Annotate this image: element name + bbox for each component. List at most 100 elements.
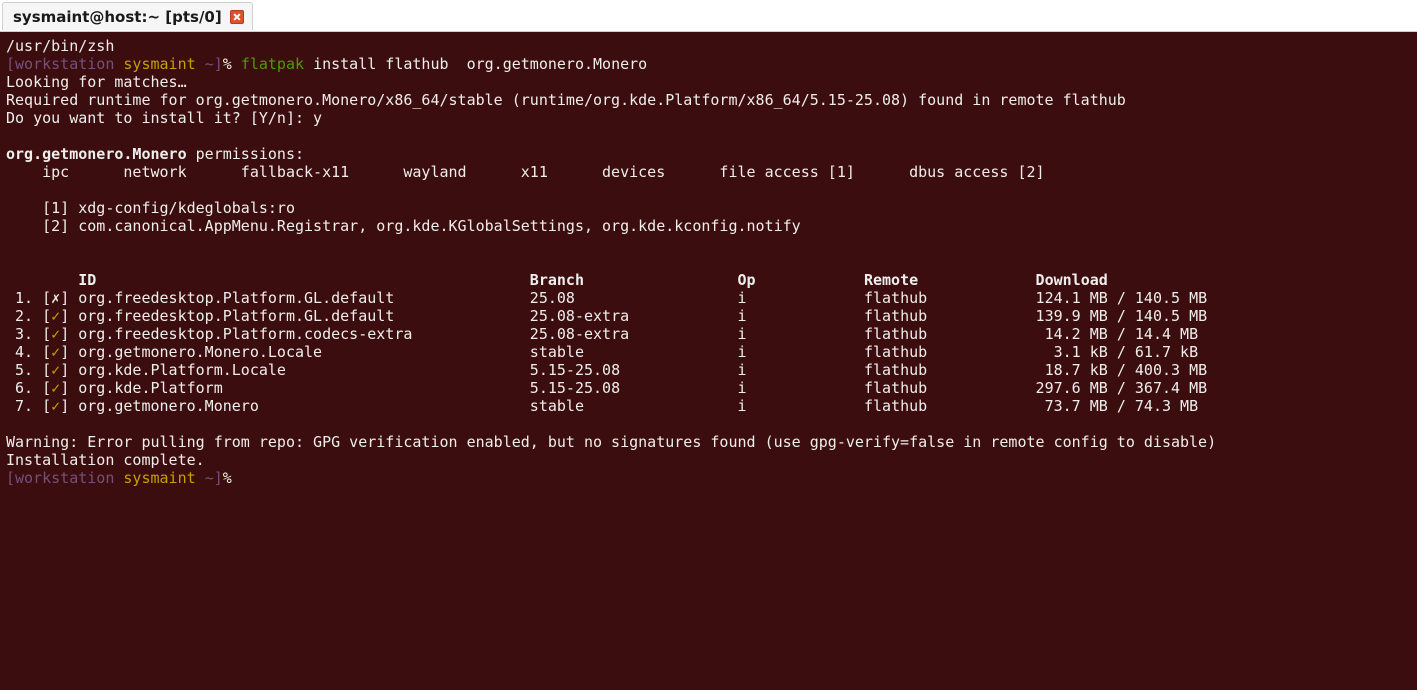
row-branch: 25.08-extra	[529, 325, 738, 343]
permissions-header: org.getmonero.Monero permissions:	[6, 145, 1417, 163]
prompt-user: sysmaint	[123, 469, 196, 487]
header-download: Download	[1035, 271, 1108, 289]
permissions-app: org.getmonero.Monero	[6, 145, 187, 163]
terminal-window: sysmaint@host:~ [pts/0] /usr/bin/zsh [wo…	[0, 0, 1417, 690]
command-args: install flathub org.getmonero.Monero	[313, 55, 648, 73]
prompt-line-final: [workstation sysmaint ~]%	[6, 469, 1417, 487]
row-download: 297.6 MB / 367.4 MB	[1035, 379, 1208, 397]
row-bracket: ]	[60, 361, 79, 379]
row-branch: 25.08	[529, 289, 738, 307]
row-download: 3.1 kB / 61.7 kB	[1035, 343, 1199, 361]
install-prompt-line: Do you want to install it? [Y/n]: y	[6, 109, 323, 127]
prompt-bracket-open: [	[6, 55, 16, 73]
row-id: org.freedesktop.Platform.codecs-extra	[78, 325, 530, 343]
check-icon: ✓	[51, 307, 61, 325]
row-remote: flathub	[863, 397, 1036, 415]
check-icon: ✓	[51, 325, 61, 343]
row-bracket: ]	[60, 307, 79, 325]
row-download: 73.7 MB / 74.3 MB	[1035, 397, 1199, 415]
prompt-bracket-close: ]	[213, 469, 223, 487]
table-row: 3. [✓] org.freedesktop.Platform.codecs-e…	[6, 325, 1417, 343]
table-row: 2. [✓] org.freedesktop.Platform.GL.defau…	[6, 307, 1417, 325]
row-branch: stable	[529, 397, 738, 415]
row-id: org.kde.Platform	[78, 379, 530, 397]
row-id: org.freedesktop.Platform.GL.default	[78, 307, 530, 325]
table-rows: 1. [✗] org.freedesktop.Platform.GL.defau…	[6, 289, 1417, 415]
row-download: 14.2 MB / 14.4 MB	[1035, 325, 1199, 343]
permissions-note-1: [1] xdg-config/kdeglobals:ro	[6, 199, 295, 217]
close-icon[interactable]	[229, 9, 244, 24]
runtime-line: Required runtime for org.getmonero.Moner…	[6, 91, 1126, 109]
row-remote: flathub	[863, 307, 1036, 325]
row-number: 3. [	[6, 325, 52, 343]
check-icon: ✓	[51, 361, 61, 379]
row-number: 7. [	[6, 397, 52, 415]
row-number: 4. [	[6, 343, 52, 361]
row-id: org.freedesktop.Platform.GL.default	[78, 289, 530, 307]
header-remote: Remote	[863, 271, 1036, 289]
header-id: ID	[6, 271, 530, 289]
row-download: 139.9 MB / 140.5 MB	[1035, 307, 1208, 325]
terminal-output[interactable]: /usr/bin/zsh [workstation sysmaint ~]% f…	[0, 32, 1417, 690]
row-remote: flathub	[863, 361, 1036, 379]
table-row: 5. [✓] org.kde.Platform.Locale 5.15-25.0…	[6, 361, 1417, 379]
table-row: 1. [✗] org.freedesktop.Platform.GL.defau…	[6, 289, 1417, 307]
row-download: 18.7 kB / 400.3 MB	[1035, 361, 1208, 379]
row-op: i	[737, 289, 864, 307]
table-row: 4. [✓] org.getmonero.Monero.Locale stabl…	[6, 343, 1417, 361]
header-op: Op	[737, 271, 864, 289]
row-op: i	[737, 325, 864, 343]
row-number: 2. [	[6, 307, 52, 325]
prompt-host: workstation	[15, 469, 115, 487]
header-branch: Branch	[529, 271, 738, 289]
row-remote: flathub	[863, 289, 1036, 307]
prompt-bracket-open: [	[6, 469, 16, 487]
row-download: 124.1 MB / 140.5 MB	[1035, 289, 1208, 307]
row-number: 5. [	[6, 361, 52, 379]
prompt-symbol: %	[222, 469, 232, 487]
row-branch: 5.15-25.08	[529, 361, 738, 379]
row-id: org.getmonero.Monero	[78, 397, 530, 415]
prompt-cwd: ~	[204, 469, 214, 487]
table-header: ID Branch Op Remote Download	[6, 271, 1417, 289]
tab-title: sysmaint@host:~ [pts/0]	[13, 7, 222, 26]
tab-bar: sysmaint@host:~ [pts/0]	[0, 0, 1417, 32]
row-op: i	[737, 397, 864, 415]
row-bracket: ]	[60, 289, 79, 307]
row-id: org.kde.Platform.Locale	[78, 361, 530, 379]
check-icon: ✓	[51, 379, 61, 397]
permissions-list: ipc network fallback-x11 wayland x11 dev…	[6, 163, 1045, 181]
tab-pts-0[interactable]: sysmaint@host:~ [pts/0]	[2, 2, 253, 30]
shell-line: /usr/bin/zsh	[6, 37, 115, 55]
complete-line: Installation complete.	[6, 451, 205, 469]
row-op: i	[737, 307, 864, 325]
row-number: 6. [	[6, 379, 52, 397]
row-branch: 5.15-25.08	[529, 379, 738, 397]
check-icon: ✓	[51, 397, 61, 415]
row-op: i	[737, 379, 864, 397]
permissions-label: permissions:	[195, 145, 305, 163]
row-branch: stable	[529, 343, 738, 361]
looking-line: Looking for matches…	[6, 73, 187, 91]
table-row: 7. [✓] org.getmonero.Monero stable i fla…	[6, 397, 1417, 415]
row-branch: 25.08-extra	[529, 307, 738, 325]
prompt-symbol: %	[222, 55, 232, 73]
row-bracket: ]	[60, 325, 79, 343]
row-bracket: ]	[60, 397, 79, 415]
row-remote: flathub	[863, 325, 1036, 343]
prompt-cwd: ~	[204, 55, 214, 73]
prompt-line: [workstation sysmaint ~]% flatpak instal…	[6, 55, 1417, 73]
row-number: 1. [	[6, 289, 52, 307]
table-row: 6. [✓] org.kde.Platform 5.15-25.08 i fla…	[6, 379, 1417, 397]
prompt-user: sysmaint	[123, 55, 196, 73]
row-op: i	[737, 361, 864, 379]
prompt-host: workstation	[15, 55, 115, 73]
permissions-note-2: [2] com.canonical.AppMenu.Registrar, org…	[6, 217, 801, 235]
warning-line: Warning: Error pulling from repo: GPG ve…	[6, 433, 1217, 451]
row-op: i	[737, 343, 864, 361]
check-icon: ✓	[51, 343, 61, 361]
